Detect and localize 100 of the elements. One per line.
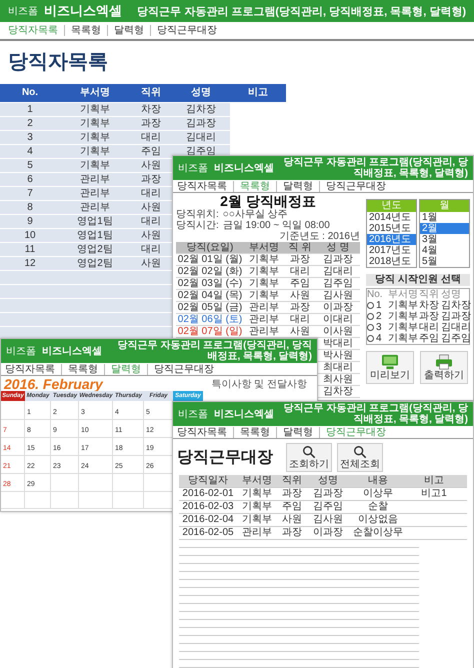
table-cell-text: 순찰이상무 bbox=[352, 527, 404, 539]
nav-tab[interactable]: 목록형 bbox=[233, 426, 276, 438]
table-cell-text: 과장 bbox=[289, 254, 311, 265]
list-item[interactable]: 2월 bbox=[420, 223, 469, 234]
table-cell: 대리 bbox=[130, 187, 172, 200]
list-cell: 김과장 bbox=[441, 311, 471, 322]
list-cell: 대리 bbox=[419, 322, 440, 333]
nav-tab[interactable]: 목록형 bbox=[61, 364, 104, 374]
nav-tab[interactable]: 달력형 bbox=[276, 426, 319, 438]
search-button[interactable]: 전체조회 bbox=[337, 442, 383, 472]
table-cell-text: 김과장 bbox=[312, 488, 344, 500]
table-cell-text: 이과장 bbox=[312, 527, 344, 539]
info-label: 당직시간: bbox=[176, 220, 219, 231]
info-label: 당직위치: bbox=[176, 209, 219, 220]
table-cell-text: 최대리 bbox=[322, 362, 354, 373]
column-header: 성명 bbox=[441, 289, 462, 300]
page-title: 당직자목록 bbox=[8, 50, 109, 75]
nav-tab[interactable]: 당직근무대장 bbox=[319, 180, 392, 192]
table-cell: 9 bbox=[0, 215, 60, 228]
search-button[interactable]: 조회하기 bbox=[286, 442, 332, 472]
table-cell-text: 관리부 bbox=[241, 527, 273, 539]
radio-button[interactable] bbox=[367, 335, 374, 342]
section-label: 당직 시작인원 선택 bbox=[366, 274, 470, 286]
monitor-icon bbox=[381, 354, 399, 370]
table-cell-text: 관리부 bbox=[248, 314, 280, 325]
nav-tab[interactable]: 달력형 bbox=[276, 180, 319, 192]
column-header: 부서명 bbox=[248, 242, 280, 253]
list-item[interactable]: 3월 bbox=[420, 234, 469, 245]
nav-tab[interactable]: 당직자목록 bbox=[177, 180, 233, 192]
list-heading: 월 bbox=[420, 200, 469, 212]
table-cell: 2 bbox=[0, 117, 60, 130]
list-item[interactable]: 2015년도 bbox=[367, 223, 416, 234]
column-header: 성 명 bbox=[326, 242, 350, 253]
column-header: 비고 bbox=[423, 475, 445, 487]
list-item[interactable]: 2017년도 bbox=[367, 245, 416, 256]
preview-button[interactable]: 미리보기 bbox=[366, 351, 414, 384]
date-cell-text: 02월 06일 (토) bbox=[176, 314, 244, 325]
table-cell: 3 bbox=[0, 131, 60, 144]
date-cell-text: 02월 07일 (일) bbox=[176, 326, 244, 337]
table-cell-text: 이사원 bbox=[322, 326, 354, 337]
list-item[interactable]: 2016년도 bbox=[367, 234, 416, 245]
table-cell-text: 기획부 bbox=[248, 254, 280, 265]
column-header: 부서명 bbox=[79, 86, 111, 100]
table-cell-text: 주임 bbox=[289, 278, 311, 289]
table-cell: 사원 bbox=[130, 229, 172, 242]
table-cell-text: 비고1 bbox=[420, 488, 448, 500]
list-item[interactable]: 5월 bbox=[420, 256, 469, 267]
radio-button[interactable] bbox=[367, 324, 374, 331]
nav-tab[interactable]: 당직자목록 bbox=[5, 364, 61, 374]
table-cell-text: 사원 bbox=[281, 514, 303, 526]
radio-button[interactable] bbox=[367, 302, 374, 309]
note-label: 특이사항 및 전달사항 bbox=[211, 378, 307, 390]
list-cell: 차장 bbox=[419, 300, 440, 311]
day-cell bbox=[79, 491, 113, 509]
date-cell-text: 02월 04일 (목) bbox=[176, 290, 244, 301]
table-cell: 기획부 bbox=[60, 159, 130, 172]
column-header: 부서명 bbox=[241, 475, 273, 487]
table-cell: 6 bbox=[0, 173, 60, 186]
nav-tab[interactable]: 당직근무대장 bbox=[150, 25, 223, 36]
table-cell: 사원 bbox=[130, 159, 172, 172]
list-item[interactable]: 2018년도 bbox=[367, 256, 416, 267]
brand-label: 비즈폼 bbox=[178, 162, 208, 175]
table-cell-text: 이상무 bbox=[362, 488, 394, 500]
info-value: ○○사무실 상주 bbox=[222, 209, 288, 220]
table-cell-text: 2016-02-04 bbox=[181, 514, 235, 526]
table-cell: 영업2팀 bbox=[60, 257, 130, 270]
sheet-title: 2월 당직배정표 bbox=[219, 193, 317, 209]
print-button[interactable]: 출력하기 bbox=[420, 351, 468, 384]
radio-button[interactable] bbox=[367, 313, 374, 320]
column-header: No. bbox=[20, 86, 40, 100]
nav-tab[interactable]: 목록형 bbox=[64, 25, 107, 36]
column-header: 직 위 bbox=[288, 242, 312, 253]
list-cell: 김차장 bbox=[441, 300, 471, 311]
table-cell-text: 박사원 bbox=[322, 350, 354, 361]
list-item[interactable]: 4월 bbox=[420, 245, 469, 256]
column-header: 비고 bbox=[247, 86, 269, 100]
table-cell: 기획부 bbox=[60, 145, 130, 158]
brand-name: 비즈니스엑셀 bbox=[214, 408, 274, 421]
table-cell: 기획부 bbox=[60, 103, 130, 116]
table-cell: 7 bbox=[0, 187, 60, 200]
list-item[interactable]: 1월 bbox=[420, 212, 469, 223]
table-cell: 기획부 bbox=[60, 131, 130, 144]
list-cell-text: 4 bbox=[376, 333, 383, 344]
table-cell-text: 과장 bbox=[281, 488, 303, 500]
nav-tab[interactable]: 당직자목록 bbox=[177, 426, 233, 438]
list-cell-text: 3 bbox=[376, 322, 383, 333]
nav-tab[interactable]: 달력형 bbox=[107, 25, 150, 36]
table-cell: 5 bbox=[0, 159, 60, 172]
brand-label: 비즈폼 bbox=[8, 5, 38, 18]
nav-tab[interactable]: 당직근무대장 bbox=[147, 364, 220, 374]
table-cell: 사원 bbox=[130, 257, 172, 270]
table-cell: 기획부 bbox=[60, 117, 130, 130]
list-heading: 년도 bbox=[367, 200, 416, 212]
column-header: 부서명 bbox=[388, 289, 418, 300]
table-cell-text: 주임 bbox=[281, 501, 303, 513]
table-cell: 영업1팀 bbox=[60, 215, 130, 228]
table-cell: 김대리 bbox=[172, 131, 230, 144]
list-item[interactable]: 2014년도 bbox=[367, 212, 416, 223]
table-cell-text: 이과장 bbox=[322, 302, 354, 313]
brand-label: 비즈폼 bbox=[178, 408, 208, 421]
